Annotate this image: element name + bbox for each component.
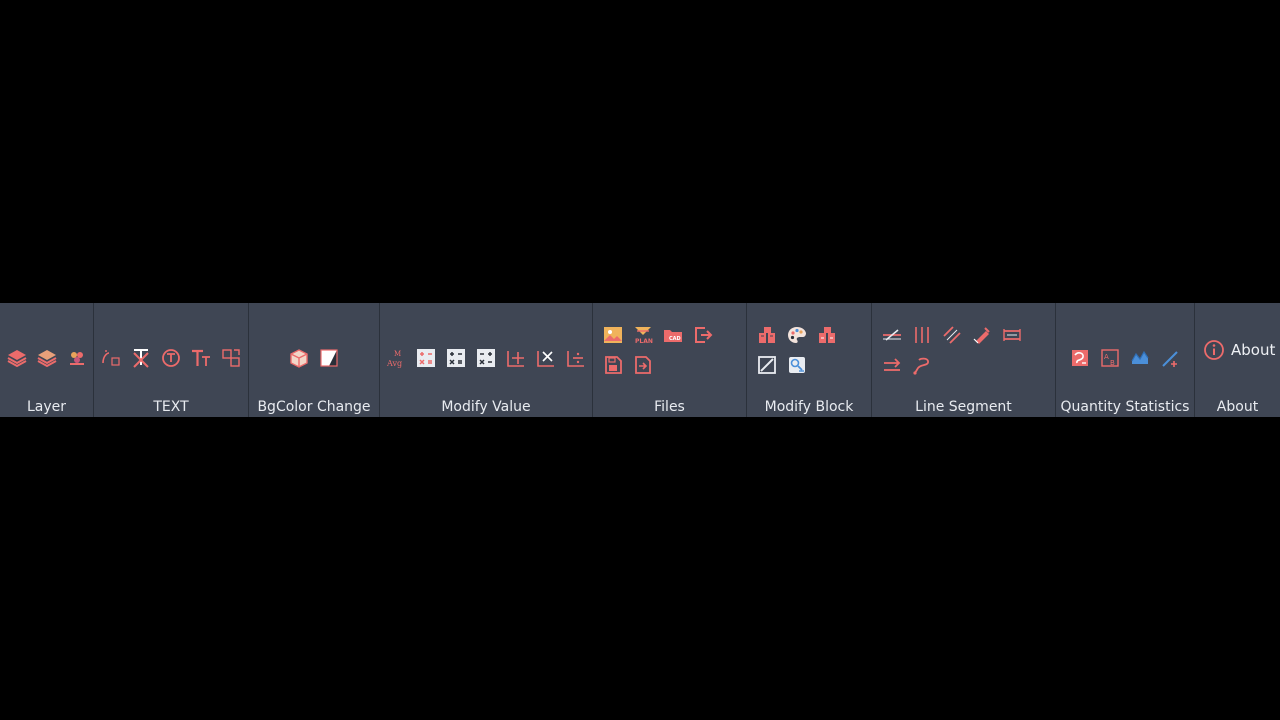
parallel-lines-icon[interactable] bbox=[910, 323, 934, 347]
about-button[interactable]: About bbox=[1203, 339, 1275, 361]
save-file-icon[interactable] bbox=[601, 353, 625, 377]
arrow-right-icon[interactable] bbox=[880, 353, 904, 377]
group-label: Line Segment bbox=[915, 399, 1012, 415]
svg-text:M: M bbox=[394, 350, 401, 358]
average-icon[interactable]: M Avg bbox=[384, 346, 408, 370]
count-text-icon[interactable]: AB bbox=[1098, 346, 1122, 370]
group-modify-block: Modify Block bbox=[747, 303, 872, 417]
group-label: Layer bbox=[26, 399, 67, 415]
calc-add-icon[interactable] bbox=[444, 346, 468, 370]
line-extend-icon[interactable] bbox=[1000, 323, 1024, 347]
text-replace-icon[interactable] bbox=[219, 346, 243, 370]
plan-icon[interactable]: PLAN bbox=[631, 323, 655, 347]
about-button-label: About bbox=[1231, 341, 1276, 359]
count-area-icon[interactable] bbox=[1128, 346, 1152, 370]
calc-multiply-icon[interactable] bbox=[414, 346, 438, 370]
group-label: About bbox=[1216, 399, 1259, 415]
dim-multiply-icon[interactable] bbox=[534, 346, 558, 370]
image-file-icon[interactable] bbox=[601, 323, 625, 347]
svg-text:A: A bbox=[1104, 353, 1109, 361]
import-file-icon[interactable] bbox=[631, 353, 655, 377]
info-icon bbox=[1203, 339, 1225, 361]
cube-icon[interactable] bbox=[287, 346, 311, 370]
block-edit-icon[interactable] bbox=[755, 323, 779, 347]
group-layer: Layer bbox=[0, 303, 94, 417]
diagonal-lines-icon[interactable] bbox=[940, 323, 964, 347]
text-ab-icon[interactable] bbox=[99, 346, 123, 370]
text-size-icon[interactable] bbox=[189, 346, 213, 370]
export-icon[interactable] bbox=[691, 323, 715, 347]
cad-folder-icon[interactable]: CAD bbox=[661, 323, 685, 347]
group-modify-value: M Avg Modify Value bbox=[380, 303, 593, 417]
svg-text:Avg: Avg bbox=[386, 359, 402, 368]
group-label: Modify Block bbox=[764, 399, 854, 415]
group-label: Files bbox=[654, 399, 685, 415]
group-line-segment: Line Segment bbox=[872, 303, 1056, 417]
block-replace-icon[interactable] bbox=[815, 323, 839, 347]
contrast-icon[interactable] bbox=[317, 346, 341, 370]
svg-text:B: B bbox=[1110, 359, 1115, 367]
count-block-icon[interactable] bbox=[1068, 346, 1092, 370]
line-cut-icon[interactable] bbox=[880, 323, 904, 347]
group-quantity-statistics: AB Quantity Statistics bbox=[1056, 303, 1195, 417]
dim-divide-icon[interactable] bbox=[564, 346, 588, 370]
palette-icon[interactable] bbox=[785, 323, 809, 347]
group-label: Quantity Statistics bbox=[1060, 399, 1190, 415]
group-label: Modify Value bbox=[441, 399, 531, 415]
layer-color-icon[interactable] bbox=[65, 346, 89, 370]
layers-icon[interactable] bbox=[5, 346, 29, 370]
group-bgcolor-change: BgColor Change bbox=[249, 303, 380, 417]
svg-text:CAD: CAD bbox=[669, 336, 681, 342]
polyline-icon[interactable] bbox=[910, 353, 934, 377]
layers-stack-icon[interactable] bbox=[35, 346, 59, 370]
text-circle-icon[interactable] bbox=[159, 346, 183, 370]
line-edit-icon[interactable] bbox=[970, 323, 994, 347]
dim-add-icon[interactable] bbox=[504, 346, 528, 370]
calc-subtract-icon[interactable] bbox=[474, 346, 498, 370]
count-length-icon[interactable] bbox=[1158, 346, 1182, 370]
text-delete-icon[interactable] bbox=[129, 346, 153, 370]
ribbon-toolbar: Layer TEXT BgColor Change M Avg Modify V… bbox=[0, 303, 1280, 417]
block-scale-icon[interactable] bbox=[785, 353, 809, 377]
group-files: PLAN CAD Files bbox=[593, 303, 747, 417]
group-label: BgColor Change bbox=[257, 399, 371, 415]
svg-text:PLAN: PLAN bbox=[635, 338, 653, 345]
group-about: About About bbox=[1195, 303, 1280, 417]
slash-box-icon[interactable] bbox=[755, 353, 779, 377]
group-label: TEXT bbox=[153, 399, 189, 415]
group-text: TEXT bbox=[94, 303, 249, 417]
